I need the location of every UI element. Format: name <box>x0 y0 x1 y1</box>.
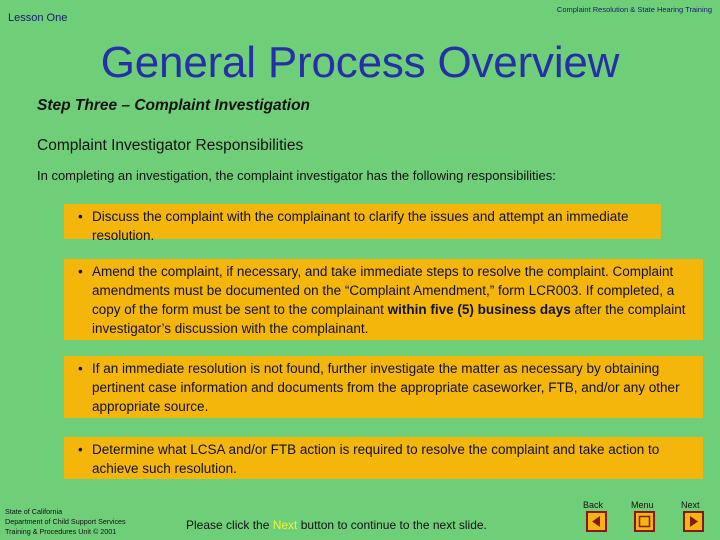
footer-org-line-3: Training & Procedures Unit © 2001 <box>5 527 117 536</box>
course-title: Complaint Resolution & State Hearing Tra… <box>556 5 712 14</box>
cta-next-word: Next <box>272 518 298 532</box>
back-label: Back <box>583 500 604 510</box>
menu-label: Menu <box>631 500 654 510</box>
next-label: Next <box>681 500 700 510</box>
responsibility-text-1: Discuss the complaint with the complaina… <box>92 209 629 243</box>
cta-text-before: Please click the <box>186 518 273 532</box>
next-arrow-icon <box>690 516 698 527</box>
continue-instruction: Please click the Next button to continue… <box>186 518 487 532</box>
responsibility-text-2: Amend the complaint, if necessary, and t… <box>64 262 697 338</box>
cta-text-after: button to continue to the next slide. <box>297 518 487 532</box>
step-heading: Step Three – Complaint Investigation <box>37 97 311 114</box>
intro-text: In completing an investigation, the comp… <box>37 168 556 183</box>
responsibility-text-3: If an immediate resolution is not found,… <box>92 361 680 414</box>
page-title: General Process Overview <box>100 38 620 87</box>
bullet-marker: • <box>78 442 83 457</box>
bullet-marker: • <box>78 361 83 376</box>
responsibility-box-1: • Discuss the complaint with the complai… <box>64 204 661 243</box>
footer-org-line-2: Department of Child Support Services <box>5 517 126 526</box>
footer-org-line-1: State of California <box>5 507 63 516</box>
deadline-emphasis: within five (5) business days <box>387 302 571 317</box>
menu-square-icon <box>638 515 651 528</box>
back-button[interactable] <box>586 511 607 532</box>
section-subheading: Complaint Investigator Responsibilities <box>37 137 304 154</box>
lesson-label: Lesson One <box>8 12 68 24</box>
responsibility-box-4: • Determine what LCSA and/or FTB action … <box>64 437 703 479</box>
responsibility-text-4: Determine what LCSA and/or FTB action is… <box>92 442 660 476</box>
responsibility-box-3: • If an immediate resolution is not foun… <box>64 356 703 418</box>
next-button[interactable] <box>683 511 704 532</box>
bullet-marker: • <box>78 264 83 279</box>
footer-organization: State of California Department of Child … <box>5 507 126 537</box>
responsibility-box-2: • Amend the complaint, if necessary, and… <box>64 259 703 340</box>
bullet-marker: • <box>78 209 83 224</box>
back-arrow-icon <box>592 516 600 527</box>
menu-button[interactable] <box>634 511 655 532</box>
